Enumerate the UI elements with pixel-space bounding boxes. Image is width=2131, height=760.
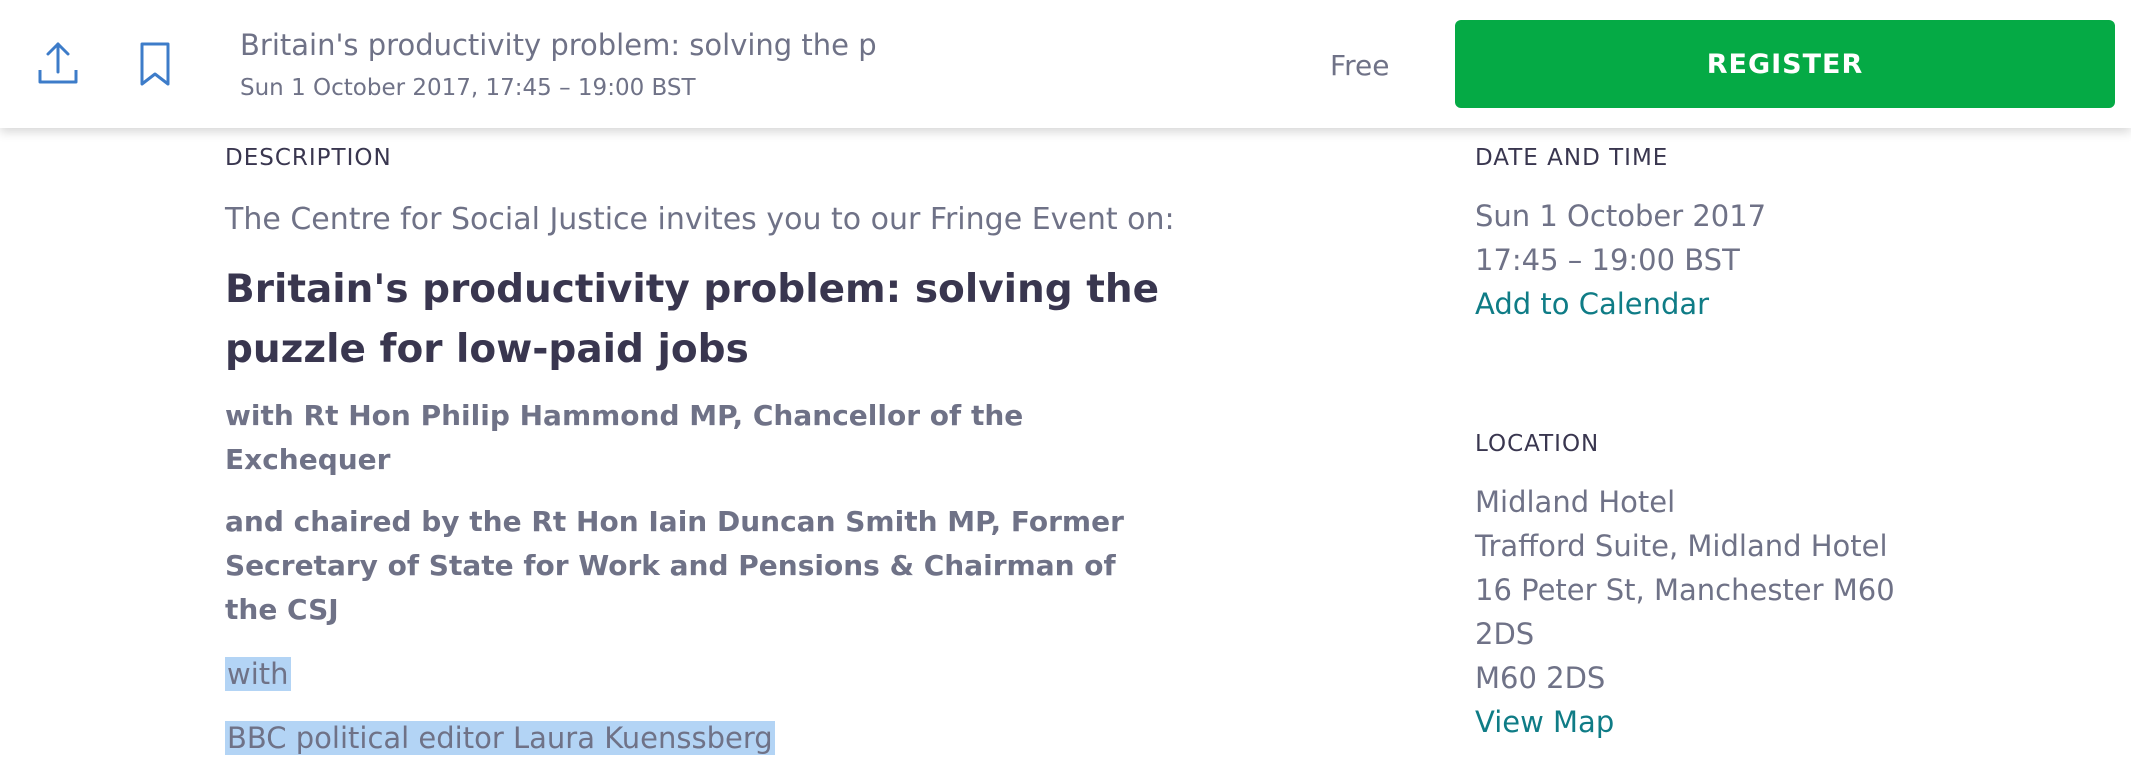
register-button[interactable]: REGISTER <box>1455 20 2115 108</box>
event-time: 17:45 – 19:00 BST <box>1475 243 1740 277</box>
location-line: 16 Peter St, Manchester M60 <box>1475 573 1895 607</box>
location-label: LOCATION <box>1475 431 1600 457</box>
location-line: Midland Hotel <box>1475 485 1676 519</box>
selected-with-text: with <box>225 657 291 691</box>
event-date: Sun 1 October 2017 <box>1475 199 1767 233</box>
location-block: Midland Hotel Trafford Suite, Midland Ho… <box>1475 480 2075 744</box>
description-label: DESCRIPTION <box>225 145 392 171</box>
date-time-block: Sun 1 October 2017 17:45 – 19:00 BST Add… <box>1475 194 2075 326</box>
location-line: Trafford Suite, Midland Hotel <box>1475 529 1888 563</box>
location-line: M60 2DS <box>1475 661 1606 695</box>
guest-line: BBC political editor Laura Kuenssberg <box>225 716 1185 760</box>
location-line: 2DS <box>1475 617 1535 651</box>
bar-event-date: Sun 1 October 2017, 17:45 – 19:00 BST <box>240 75 696 101</box>
chair-line: and chaired by the Rt Hon Iain Duncan Sm… <box>225 505 1124 626</box>
sticky-event-bar: Britain's productivity problem: solving … <box>0 0 2131 128</box>
bar-event-title: Britain's productivity problem: solving … <box>240 28 877 62</box>
bookmark-button[interactable] <box>133 38 177 90</box>
ticket-price: Free <box>1330 49 1390 82</box>
date-time-label: DATE AND TIME <box>1475 145 1669 171</box>
with-line: with <box>225 652 1185 696</box>
event-details-sidebar: DATE AND TIME Sun 1 October 2017 17:45 –… <box>1475 140 2075 744</box>
event-heading: Britain's productivity problem: solving … <box>225 267 1160 372</box>
view-map-link[interactable]: View Map <box>1475 700 2075 744</box>
share-button[interactable] <box>36 38 80 90</box>
add-to-calendar-link[interactable]: Add to Calendar <box>1475 282 2075 326</box>
bookmark-icon <box>133 38 177 90</box>
description-section: DESCRIPTION The Centre for Social Justic… <box>225 140 1185 760</box>
share-upload-icon <box>36 38 80 90</box>
speaker-line: with Rt Hon Philip Hammond MP, Chancello… <box>225 399 1024 476</box>
selected-guest-text: BBC political editor Laura Kuenssberg <box>225 721 775 755</box>
description-intro: The Centre for Social Justice invites yo… <box>225 202 1175 237</box>
